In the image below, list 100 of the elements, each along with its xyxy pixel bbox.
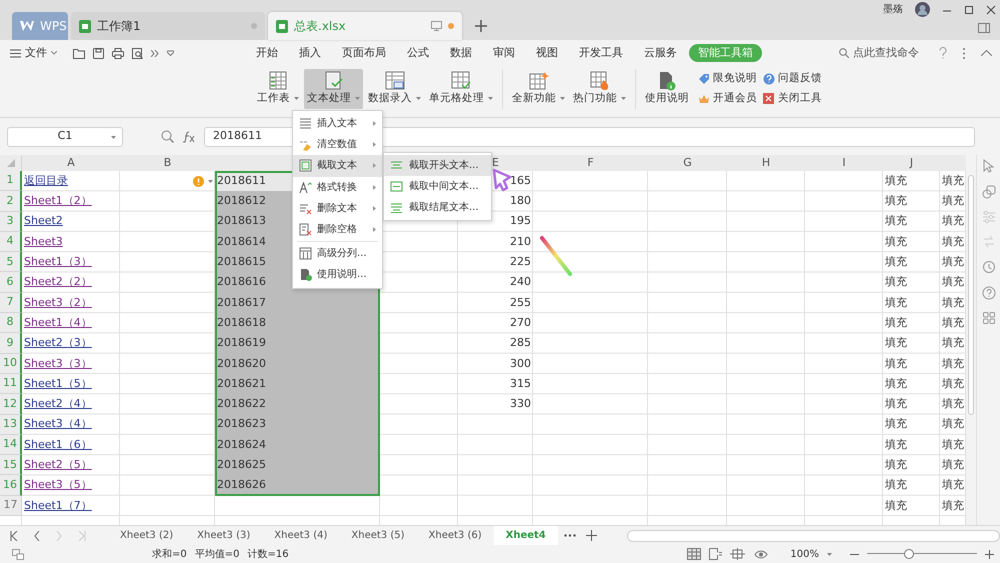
zoom-in-icon[interactable]: [985, 550, 994, 558]
ribbon-button[interactable]: 全新功能: [509, 69, 568, 109]
hyperlink[interactable]: Sheet3: [24, 234, 63, 250]
page-layout-icon[interactable]: [730, 548, 746, 560]
hyperlink[interactable]: Sheet1（5）: [24, 376, 92, 392]
zoom-level[interactable]: 100%: [790, 546, 819, 562]
close-icon[interactable]: [986, 4, 996, 14]
ribbon-tab[interactable]: 公式: [398, 44, 438, 62]
row-header[interactable]: 17: [0, 496, 22, 516]
function-icon[interactable]: [182, 130, 196, 142]
pointer-icon[interactable]: [982, 159, 994, 173]
ribbon-button[interactable]: 文本处理: [304, 69, 363, 109]
ribbon-link[interactable]: 关闭工具: [763, 89, 822, 109]
hyperlink[interactable]: Sheet3（4）: [24, 416, 92, 433]
name-box[interactable]: C1: [7, 126, 123, 146]
hyperlink[interactable]: Sheet2（2）: [24, 274, 92, 291]
hyperlink[interactable]: Sheet2: [24, 213, 63, 230]
print-icon[interactable]: [112, 48, 124, 58]
ribbon-tab[interactable]: 视图: [527, 44, 567, 62]
maximize-icon[interactable]: [964, 4, 974, 14]
ribbon-tab[interactable]: 云服务: [635, 44, 686, 62]
first-sheet-icon[interactable]: [10, 530, 18, 540]
column-header[interactable]: B: [120, 155, 215, 172]
column-header[interactable]: G: [648, 155, 727, 172]
sheet-tab[interactable]: Xheet3 (6): [416, 526, 494, 545]
menu-item[interactable]: 删除文本: [293, 198, 382, 219]
menu-item[interactable]: 截取开头文本...: [384, 155, 491, 176]
ribbon-link[interactable]: 限免说明: [698, 69, 757, 89]
help-icon[interactable]: [982, 286, 996, 300]
file-menu[interactable]: 文件: [10, 44, 57, 62]
slider-thumb[interactable]: [904, 549, 914, 559]
ribbon-tab[interactable]: 开发工具: [570, 44, 632, 62]
zoom-icon[interactable]: [161, 130, 174, 143]
save-icon[interactable]: [93, 48, 104, 58]
menu-item[interactable]: 截取中间文本...: [384, 176, 491, 197]
hyperlink[interactable]: Sheet1（2）: [24, 193, 92, 210]
new-tab-icon[interactable]: [475, 20, 487, 32]
eye-icon[interactable]: [754, 550, 768, 558]
smart-tag[interactable]: [193, 176, 213, 187]
history-icon[interactable]: [982, 260, 996, 274]
ribbon-tab[interactable]: 插入: [290, 44, 330, 62]
hyperlink[interactable]: Sheet1（3）: [24, 254, 92, 271]
print-preview-icon[interactable]: [132, 48, 143, 58]
ribbon-button[interactable]: 使用说明: [642, 69, 692, 109]
help-icon[interactable]: [939, 47, 947, 59]
ribbon-link[interactable]: 问题反馈: [763, 69, 822, 89]
column-header[interactable]: H: [727, 155, 805, 172]
ribbon-tab[interactable]: 审阅: [484, 44, 524, 62]
add-sheet-icon[interactable]: [586, 530, 597, 541]
document-tab[interactable]: 工作簿1: [71, 12, 265, 40]
customize-icon[interactable]: [167, 50, 174, 56]
more-sheets-icon[interactable]: [564, 534, 576, 537]
search-field[interactable]: 点此查找命令: [853, 44, 931, 62]
ribbon-tab[interactable]: 页面布局: [333, 44, 395, 62]
hyperlink[interactable]: 返回目录: [24, 172, 68, 190]
ribbon-button[interactable]: 热门功能: [570, 69, 629, 109]
hyperlink[interactable]: Sheet2（5）: [24, 457, 92, 474]
menu-item[interactable]: 删除空格: [293, 218, 382, 240]
sliders-icon[interactable]: [982, 211, 996, 223]
column-header[interactable]: A: [22, 155, 120, 172]
ribbon-tab[interactable]: 开始: [247, 44, 287, 62]
ribbon-tab[interactable]: 数据: [441, 44, 481, 62]
shapes-icon[interactable]: [982, 185, 996, 199]
menu-item[interactable]: 格式转换: [293, 176, 382, 198]
menu-item[interactable]: 截取文本: [293, 155, 382, 177]
folder-icon[interactable]: [73, 48, 85, 58]
more-icon[interactable]: [151, 50, 159, 56]
previous-sheet-icon[interactable]: [34, 530, 40, 540]
scrollbar-thumb[interactable]: [968, 175, 974, 415]
sheet-tab[interactable]: Xheet3 (3): [185, 526, 262, 545]
vertical-scrollbar[interactable]: [966, 155, 976, 525]
column-header[interactable]: J: [883, 155, 940, 172]
status-layout-icon[interactable]: [12, 548, 24, 560]
column-header[interactable]: F: [533, 155, 648, 172]
apps-icon[interactable]: [982, 312, 994, 324]
ribbon-link[interactable]: 开通会员: [698, 89, 757, 109]
hyperlink[interactable]: Sheet2（4）: [24, 396, 92, 413]
column-header[interactable]: I: [805, 155, 883, 172]
menu-item[interactable]: 使用说明...: [293, 264, 382, 286]
sheet-tab[interactable]: Xheet3 (5): [339, 526, 416, 545]
menu-item[interactable]: 截取结尾文本...: [384, 197, 491, 218]
hyperlink[interactable]: Sheet1（7）: [24, 498, 92, 514]
sidebar-icon[interactable]: [978, 23, 990, 33]
zoom-slider[interactable]: [867, 549, 977, 559]
page-break-icon[interactable]: [709, 548, 722, 560]
hyperlink[interactable]: Sheet1（6）: [24, 436, 92, 454]
hyperlink[interactable]: Sheet3（5）: [24, 477, 92, 494]
normal-view-icon[interactable]: [687, 548, 702, 560]
ribbon-button[interactable]: 单元格处理: [426, 69, 496, 109]
hyperlink[interactable]: Sheet3（2）: [24, 294, 92, 312]
ribbon-button[interactable]: 数据录入: [365, 69, 424, 109]
collapse-icon[interactable]: [981, 50, 992, 56]
menu-item[interactable]: 高级分列...: [293, 243, 382, 264]
horizontal-scrollbar[interactable]: [626, 530, 1000, 542]
ribbon-button[interactable]: 工作表: [254, 69, 302, 109]
sheet-tab[interactable]: Xheet4: [494, 526, 558, 545]
hyperlink[interactable]: Sheet3（3）: [24, 356, 92, 372]
sheet-tab[interactable]: Xheet3 (4): [262, 526, 340, 545]
sheet-tab[interactable]: Xheet3 (2): [108, 526, 186, 545]
hyperlink[interactable]: Sheet1（4）: [24, 314, 92, 332]
